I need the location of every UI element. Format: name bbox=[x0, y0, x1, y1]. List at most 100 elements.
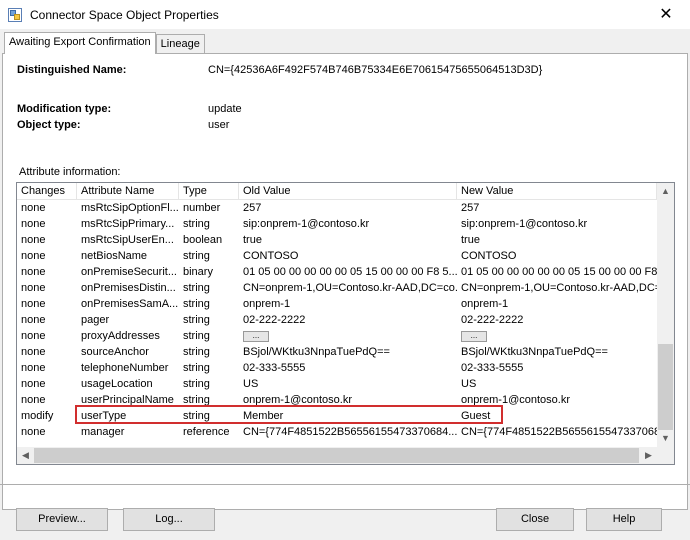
cell-new-value: onprem-1 bbox=[461, 298, 509, 310]
cell-old-value: 257 bbox=[243, 202, 262, 214]
modification-type-label: Modification type: bbox=[17, 103, 112, 115]
cell-old-value: 01 05 00 00 00 00 00 05 15 00 00 00 F8 5… bbox=[243, 266, 457, 278]
ellipsis-button[interactable]: ... bbox=[243, 330, 269, 342]
horizontal-scroll-thumb[interactable] bbox=[34, 448, 639, 463]
column-header-old-value[interactable]: Old Value bbox=[239, 183, 457, 200]
cell-attribute-name: onPremisesDistin... bbox=[81, 282, 176, 294]
attribute-grid[interactable]: Changes Attribute Name Type Old Value Ne… bbox=[16, 182, 675, 465]
cell-new-value: US bbox=[461, 378, 477, 390]
object-type-label: Object type: bbox=[17, 119, 81, 131]
cell-new-value: sip:onprem-1@contoso.kr bbox=[461, 218, 588, 230]
cell-attribute-name: proxyAddresses bbox=[81, 330, 160, 342]
cell-changes: none bbox=[21, 266, 46, 278]
tab-strip: Awaiting Export Confirmation Lineage bbox=[4, 32, 205, 54]
table-row[interactable]: none netBiosName string CONTOSO CONTOSO bbox=[17, 248, 657, 264]
tab-awaiting-export-confirmation[interactable]: Awaiting Export Confirmation bbox=[4, 32, 156, 54]
cell-changes: none bbox=[21, 394, 46, 406]
table-row[interactable]: none msRtcSipOptionFl... number 257 257 bbox=[17, 200, 657, 216]
cell-old-value: ... bbox=[239, 328, 457, 344]
column-header-attribute-name[interactable]: Attribute Name bbox=[77, 183, 179, 200]
close-button[interactable]: Close bbox=[496, 508, 574, 531]
table-row[interactable]: none onPremiseSecurit... binary 01 05 00 00… bbox=[17, 264, 657, 280]
cell-new-value: onprem-1@contoso.kr bbox=[461, 394, 570, 406]
cell-type: string bbox=[183, 250, 210, 262]
column-header-type[interactable]: Type bbox=[179, 183, 239, 200]
cell-new-value: BSjol/WKtku3NnpaTuePdQ== bbox=[461, 346, 608, 358]
window-title: Connector Space Object Properties bbox=[30, 8, 219, 22]
tab-lineage[interactable]: Lineage bbox=[155, 34, 205, 54]
dialog-body: Awaiting Export Confirmation Lineage Dis… bbox=[0, 30, 690, 540]
cell-old-value: Member bbox=[243, 410, 284, 422]
column-header-new-value[interactable]: New Value bbox=[457, 183, 657, 200]
cell-changes: none bbox=[21, 346, 46, 358]
cell-old-value: CONTOSO bbox=[243, 250, 299, 262]
ellipsis-button[interactable]: ... bbox=[461, 330, 487, 342]
table-row[interactable]: none onPremisesSamA... string onprem-1 onpre… bbox=[17, 296, 657, 312]
cell-attribute-name: pager bbox=[81, 314, 110, 326]
preview-button[interactable]: Preview... bbox=[16, 508, 108, 531]
object-type-value: user bbox=[208, 119, 230, 131]
help-button[interactable]: Help bbox=[586, 508, 662, 531]
cell-changes: none bbox=[21, 426, 46, 438]
cell-new-value: CN=onprem-1,OU=Contoso.kr-AAD,DC=co bbox=[461, 282, 657, 294]
table-row[interactable]: none msRtcSipPrimary... string sip:onprem-1… bbox=[17, 216, 657, 232]
cell-new-value: 02-333-5555 bbox=[461, 362, 524, 374]
cell-changes: none bbox=[21, 202, 46, 214]
cell-type: string bbox=[183, 218, 210, 230]
modification-type-value: update bbox=[208, 103, 242, 115]
vertical-scrollbar[interactable]: ▲ ▼ bbox=[657, 183, 674, 447]
table-row[interactable]: none manager reference CN={774F4851522B5655… bbox=[17, 424, 657, 440]
scroll-down-icon[interactable]: ▼ bbox=[657, 430, 674, 447]
cell-changes: none bbox=[21, 330, 46, 342]
cell-attribute-name: usageLocation bbox=[81, 378, 153, 390]
cell-new-value: true bbox=[461, 234, 480, 246]
table-row[interactable]: none onPremisesDistin... string CN=onprem-1… bbox=[17, 280, 657, 296]
cell-changes: none bbox=[21, 250, 46, 262]
table-row[interactable]: none pager string 02-222-2222 02-222-2222 bbox=[17, 312, 657, 328]
cell-old-value: BSjol/WKtku3NnpaTuePdQ== bbox=[243, 346, 390, 358]
cell-new-value: 02-222-2222 bbox=[461, 314, 524, 326]
log-button[interactable]: Log... bbox=[123, 508, 215, 531]
cell-type: string bbox=[183, 362, 210, 374]
cell-type: string bbox=[183, 330, 210, 342]
cell-attribute-name: telephoneNumber bbox=[81, 362, 169, 374]
scroll-right-icon[interactable]: ▶ bbox=[640, 447, 657, 464]
title-bar: Connector Space Object Properties ✕ bbox=[0, 0, 690, 30]
cell-new-value: CONTOSO bbox=[461, 250, 517, 262]
table-row[interactable]: none usageLocation string US US bbox=[17, 376, 657, 392]
cell-changes: none bbox=[21, 234, 46, 246]
cell-type: string bbox=[183, 378, 210, 390]
cell-type: string bbox=[183, 298, 210, 310]
table-row[interactable]: none userPrincipalName string onprem-1@cont… bbox=[17, 392, 657, 408]
dn-value: CN={42536A6F492F574B746B75334E6E70615475… bbox=[208, 64, 543, 76]
cell-old-value: 02-333-5555 bbox=[243, 362, 306, 374]
table-row[interactable]: none msRtcSipUserEn... boolean true true bbox=[17, 232, 657, 248]
cell-type: string bbox=[183, 314, 210, 326]
cell-attribute-name: manager bbox=[81, 426, 125, 438]
scroll-up-icon[interactable]: ▲ bbox=[657, 183, 674, 200]
cell-type: string bbox=[183, 282, 210, 294]
grid-header: Changes Attribute Name Type Old Value Ne… bbox=[17, 183, 657, 200]
scroll-left-icon[interactable]: ◀ bbox=[17, 447, 34, 464]
column-header-changes[interactable]: Changes bbox=[17, 183, 77, 200]
vertical-scroll-thumb[interactable] bbox=[658, 344, 673, 430]
cell-type: binary bbox=[183, 266, 213, 278]
cell-type: string bbox=[183, 394, 210, 406]
cell-old-value: 02-222-2222 bbox=[243, 314, 306, 326]
close-window-icon[interactable]: ✕ bbox=[646, 0, 686, 30]
table-row[interactable]: none sourceAnchor string BSjol/WKtku3NnpaTu… bbox=[17, 344, 657, 360]
table-row[interactable]: none proxyAddresses string...... bbox=[17, 328, 657, 344]
cell-changes: modify bbox=[21, 410, 54, 422]
horizontal-scrollbar[interactable]: ◀ ▶ bbox=[17, 447, 657, 464]
cell-old-value: onprem-1@contoso.kr bbox=[243, 394, 352, 406]
cell-new-value: Guest bbox=[461, 410, 491, 422]
table-row[interactable]: none telephoneNumber string 02-333-5555 02-3… bbox=[17, 360, 657, 376]
tab-panel: Distinguished Name: CN={42536A6F492F574B… bbox=[2, 53, 688, 510]
cell-new-value: CN={774F4851522B5655615547337068 bbox=[461, 426, 657, 438]
cell-attribute-name: userType bbox=[81, 410, 127, 422]
cell-new-value: ... bbox=[457, 328, 657, 344]
cell-old-value: CN={774F4851522B56556155473370684... bbox=[243, 426, 457, 438]
cell-changes: none bbox=[21, 298, 46, 310]
cell-attribute-name: userPrincipalName bbox=[81, 394, 174, 406]
table-row[interactable]: modify userType string Member Guest bbox=[17, 408, 657, 424]
